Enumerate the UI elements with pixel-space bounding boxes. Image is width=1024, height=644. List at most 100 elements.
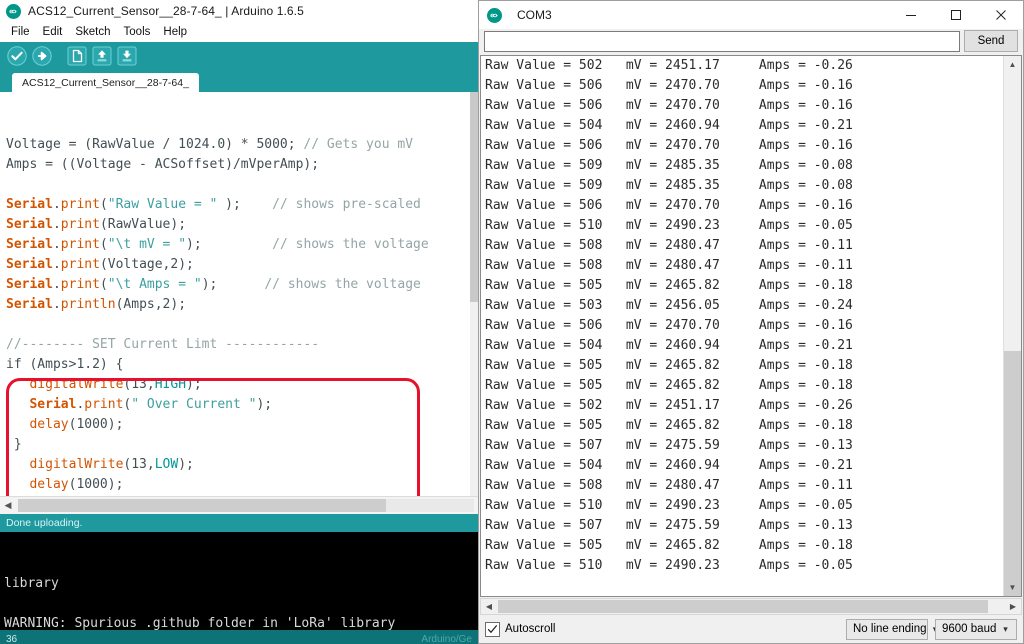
ide-menubar: File Edit Sketch Tools Help [0,22,478,42]
editor-scroll-thumb[interactable] [470,92,478,302]
code-editor[interactable]: Voltage = (RawValue / 1024.0) * 5000; //… [0,92,478,496]
serial-monitor-title: COM3 [517,8,552,22]
code-token: (13, [123,377,155,392]
code-token: print [60,257,100,272]
checkbox-icon[interactable] [485,621,500,637]
code-line: Serial.print("\t mV = "); // shows the v… [6,235,478,255]
serial-send-input[interactable] [484,30,960,52]
serial-output-line: Raw Value = 506 mV = 2470.70 Amps = -0.1… [485,98,853,113]
serial-output-line: Raw Value = 508 mV = 2480.47 Amps = -0.1… [485,478,853,493]
line-ending-select[interactable]: No line ending ▾ [846,618,937,640]
close-button[interactable] [978,1,1023,29]
serial-output-line: Raw Value = 507 mV = 2475.59 Amps = -0.1… [485,438,853,453]
code-line: Voltage = (RawValue / 1024.0) * 5000; //… [6,135,478,155]
scroll-down-icon[interactable]: ▼ [1004,579,1021,596]
serial-output-line: Raw Value = 502 mV = 2451.17 Amps = -0.2… [485,58,853,73]
serial-output-line: Raw Value = 503 mV = 2456.05 Amps = -0.2… [485,298,853,313]
code-token: (1000); [68,477,124,492]
serial-vertical-scrollbar[interactable]: ▲ ▼ [1003,56,1021,596]
serial-output-text[interactable]: Raw Value = 512 mV = 2500.00 Amps = 0.00… [481,56,1003,596]
code-token: Serial [6,237,53,252]
serial-output-line: Raw Value = 506 mV = 2470.70 Amps = -0.1… [485,138,853,153]
autoscroll-checkbox[interactable]: Autoscroll [485,621,556,637]
serial-output-line: Raw Value = 506 mV = 2470.70 Amps = -0.1… [485,318,853,333]
menu-item-edit[interactable]: Edit [37,25,70,39]
serial-horizontal-scrollbar[interactable]: ◀ ▶ [480,598,1022,615]
console-line: WARNING: Spurious .github folder in 'LoR… [4,616,396,630]
code-token: "\t Amps = " [107,277,202,292]
send-button[interactable]: Send [964,30,1018,52]
code-line: if (Amps>1.2) { [6,355,478,375]
ide-titlebar: ACS12_Current_Sensor__28-7-64_ | Arduino… [0,0,478,22]
arduino-logo-icon [6,3,21,19]
upload-button[interactable] [31,45,53,67]
serial-hscroll-thumb[interactable] [498,600,988,613]
autoscroll-label: Autoscroll [505,623,556,635]
scroll-left-icon[interactable]: ◀ [481,599,497,614]
ide-status-text: Done uploading. [6,517,83,529]
sketch-tab[interactable]: ACS12_Current_Sensor__28-7-64_ [12,73,199,92]
console-lines: library WARNING: Spurious .github folder… [4,574,472,630]
scroll-right-icon[interactable]: ▶ [1005,599,1021,614]
code-token: ); [186,237,273,252]
code-token: . [52,197,61,212]
close-icon [995,10,1006,20]
open-button[interactable] [91,45,113,67]
serial-output-line: Raw Value = 504 mV = 2460.94 Amps = -0.2… [485,118,853,133]
code-token: " Over Current " [131,397,257,412]
serial-output-line: Raw Value = 505 mV = 2465.82 Amps = -0.1… [485,418,853,433]
code-token: (Amps,2); [115,297,187,312]
code-token: Voltage = (RawValue / 1024.0) * 5000; [6,137,304,152]
code-line: delay(1000); [6,415,478,435]
code-token: "\t mV = " [107,237,187,252]
serial-output-line: Raw Value = 510 mV = 2490.23 Amps = -0.0… [485,558,853,573]
serial-monitor-window: COM3 Send Raw Value = 502 mV = 2451.17 A… [478,0,1024,644]
serial-monitor-titlebar[interactable]: COM3 [479,1,1023,29]
code-token: print [60,197,100,212]
sketch-tab-label: ACS12_Current_Sensor__28-7-64_ [22,76,189,89]
code-token: println [60,297,116,312]
menu-item-tools[interactable]: Tools [118,25,158,39]
serial-output-line: Raw Value = 510 mV = 2490.23 Amps = -0.0… [485,498,853,513]
code-token: //-------- SET Current Limt ------------ [6,337,320,352]
save-button[interactable] [116,45,138,67]
code-token: . [52,237,61,252]
code-token: Amps = ((Voltage - ACSoffset)/mVperAmp); [6,157,320,172]
serial-output-line: Raw Value = 510 mV = 2490.23 Amps = -0.0… [485,218,853,233]
menu-item-sketch[interactable]: Sketch [69,25,117,39]
minimize-button[interactable] [888,1,933,29]
minimize-icon [905,15,916,16]
editor-hscroll-left-arrow[interactable]: ◀ [0,498,16,513]
serial-output-line: Raw Value = 506 mV = 2470.70 Amps = -0.1… [485,198,853,213]
editor-horizontal-scrollbar[interactable]: ◀ [0,496,478,514]
code-token: (13, [123,457,155,472]
screen-root: ACS12_Current_Sensor__28-7-64_ | Arduino… [0,0,1024,644]
serial-output-panel: Raw Value = 512 mV = 2500.00 Amps = 0.00… [480,55,1022,597]
menu-item-help[interactable]: Help [157,25,194,39]
code-token: "Raw Value = " [107,197,218,212]
arduino-logo-icon [487,7,502,23]
serial-monitor-footer: Autoscroll No line ending ▾ 9600 baud ▾ [479,615,1023,643]
scroll-up-icon[interactable]: ▲ [1004,56,1021,73]
code-token: HIGH [154,377,187,392]
serial-output-line: Raw Value = 508 mV = 2480.47 Amps = -0.1… [485,258,853,273]
editor-hscroll-thumb[interactable] [18,499,386,512]
code-token: delay [29,477,69,492]
serial-output-line: Raw Value = 509 mV = 2485.35 Amps = -0.0… [485,158,853,173]
verify-button[interactable] [6,45,28,67]
baud-rate-select[interactable]: 9600 baud ▾ [935,618,1017,640]
code-token: digitalWrite [29,377,124,392]
new-button[interactable] [66,45,88,67]
serial-vscroll-thumb[interactable] [1004,351,1021,596]
code-token: // Gets you mV [303,137,413,152]
menu-item-file[interactable]: File [5,25,37,39]
maximize-button[interactable] [933,1,978,29]
code-token: // shows the voltage [264,277,421,292]
editor-vertical-scrollbar[interactable] [470,92,478,496]
code-token: Serial [6,297,53,312]
code-token: Serial [6,257,53,272]
